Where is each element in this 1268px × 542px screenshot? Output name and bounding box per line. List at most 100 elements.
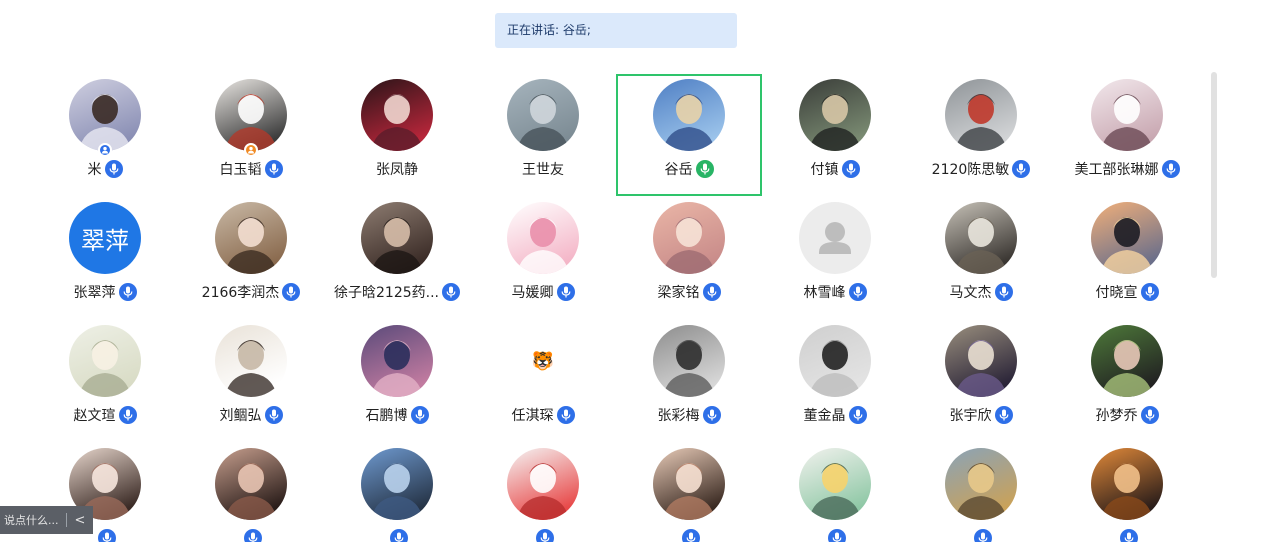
participant-tile[interactable]: 张宇欣 bbox=[908, 320, 1054, 442]
participant-tile[interactable]: 马文杰 bbox=[908, 197, 1054, 319]
participant-name: 赵文瑄 bbox=[73, 408, 116, 424]
microphone-icon[interactable] bbox=[1119, 529, 1138, 542]
participant-tile[interactable]: 白玉韬 bbox=[178, 74, 324, 196]
participant-grid: 米 白玉韬 张凤静 王世友 谷岳 付镇 2120陈思敏 美工部张琳娜 翠萍 张翠… bbox=[32, 74, 1198, 542]
participant-tile[interactable]: 🐯 任淇琛 bbox=[470, 320, 616, 442]
microphone-icon[interactable] bbox=[848, 283, 867, 301]
avatar bbox=[945, 79, 1017, 151]
microphone-icon[interactable] bbox=[1161, 160, 1180, 178]
participant-name: 刘鲴弘 bbox=[219, 408, 262, 424]
microphone-icon[interactable] bbox=[556, 406, 575, 424]
participant-tile[interactable] bbox=[470, 443, 616, 542]
microphone-icon[interactable] bbox=[827, 529, 846, 542]
participant-tile[interactable]: 美工部张琳娜 bbox=[1054, 74, 1198, 196]
microphone-icon[interactable] bbox=[556, 283, 575, 301]
avatar bbox=[1091, 448, 1163, 520]
participant-tile[interactable] bbox=[1054, 443, 1198, 542]
avatar bbox=[945, 325, 1017, 397]
participant-tile[interactable]: 梁家铭 bbox=[616, 197, 762, 319]
participant-tile[interactable]: 王世友 bbox=[470, 74, 616, 196]
participant-tile[interactable]: 付晓宣 bbox=[1054, 197, 1198, 319]
avatar bbox=[799, 325, 871, 397]
microphone-icon[interactable] bbox=[282, 283, 301, 301]
microphone-icon[interactable] bbox=[410, 406, 429, 424]
participant-tile[interactable]: 孙梦乔 bbox=[1054, 320, 1198, 442]
microphone-icon[interactable] bbox=[702, 283, 721, 301]
avatar bbox=[799, 79, 871, 151]
participant-tile[interactable] bbox=[324, 443, 470, 542]
participant-name: 孙梦乔 bbox=[1095, 408, 1138, 424]
microphone-icon[interactable] bbox=[973, 529, 992, 542]
participant-tile[interactable]: 董金晶 bbox=[762, 320, 908, 442]
avatar bbox=[653, 325, 725, 397]
avatar: 🐯 bbox=[507, 325, 579, 397]
participant-tile[interactable]: 2166李润杰 bbox=[178, 197, 324, 319]
avatar bbox=[1091, 202, 1163, 274]
microphone-icon[interactable] bbox=[1140, 406, 1159, 424]
microphone-icon[interactable] bbox=[695, 160, 714, 178]
microphone-icon[interactable] bbox=[118, 406, 137, 424]
participant-tile[interactable]: 石鹏博 bbox=[324, 320, 470, 442]
participant-tile[interactable]: 徐子晗2125药... bbox=[324, 197, 470, 319]
scrollbar-thumb[interactable] bbox=[1211, 72, 1217, 278]
microphone-icon[interactable] bbox=[1012, 160, 1031, 178]
microphone-icon[interactable] bbox=[994, 406, 1013, 424]
speaking-text: 正在讲话: 谷岳; bbox=[507, 23, 591, 37]
avatar bbox=[507, 79, 579, 151]
participant-tile[interactable]: 2120陈思敏 bbox=[908, 74, 1054, 196]
participant-name-row: 张翠萍 bbox=[74, 282, 137, 302]
participant-tile[interactable]: 付镇 bbox=[762, 74, 908, 196]
participant-tile[interactable] bbox=[178, 443, 324, 542]
participant-name: 董金晶 bbox=[803, 408, 846, 424]
participant-name: 谷岳 bbox=[664, 162, 693, 178]
microphone-icon[interactable] bbox=[1140, 283, 1159, 301]
avatar bbox=[361, 325, 433, 397]
participant-tile[interactable]: 刘鲴弘 bbox=[178, 320, 324, 442]
participant-name: 付晓宣 bbox=[1095, 285, 1138, 301]
participant-tile[interactable] bbox=[908, 443, 1054, 542]
avatar bbox=[1091, 325, 1163, 397]
participant-tile[interactable]: 林雪峰 bbox=[762, 197, 908, 319]
participant-tile[interactable] bbox=[616, 443, 762, 542]
microphone-icon[interactable] bbox=[118, 283, 137, 301]
microphone-icon[interactable] bbox=[243, 529, 262, 542]
participant-name: 任淇琛 bbox=[511, 408, 554, 424]
microphone-icon[interactable] bbox=[994, 283, 1013, 301]
participant-name: 张翠萍 bbox=[73, 285, 116, 301]
avatar bbox=[945, 448, 1017, 520]
participant-tile[interactable]: 张凤静 bbox=[324, 74, 470, 196]
microphone-icon[interactable] bbox=[389, 529, 408, 542]
microphone-icon[interactable] bbox=[535, 529, 554, 542]
microphone-icon[interactable] bbox=[848, 406, 867, 424]
participant-name-row: 张彩梅 bbox=[658, 405, 721, 425]
microphone-icon[interactable] bbox=[681, 529, 700, 542]
microphone-icon[interactable] bbox=[702, 406, 721, 424]
collapse-chevron-icon[interactable]: < bbox=[67, 513, 93, 528]
participant-tile[interactable]: 米 bbox=[32, 74, 178, 196]
microphone-icon[interactable] bbox=[264, 160, 283, 178]
host-badge-icon bbox=[244, 143, 258, 157]
participant-name-row: 徐子晗2125药... bbox=[334, 282, 460, 302]
participant-tile[interactable] bbox=[762, 443, 908, 542]
participant-tile[interactable]: 马媛卿 bbox=[470, 197, 616, 319]
participant-tile[interactable]: 翠萍 张翠萍 bbox=[32, 197, 178, 319]
microphone-icon[interactable] bbox=[97, 529, 116, 542]
participant-name: 张凤静 bbox=[376, 162, 418, 178]
participant-name: 马文杰 bbox=[949, 285, 992, 301]
participant-tile[interactable]: 谷岳 bbox=[616, 74, 762, 196]
chat-input-bar[interactable]: 说点什么... < bbox=[0, 506, 93, 534]
chat-input-placeholder[interactable]: 说点什么... bbox=[0, 512, 66, 528]
participant-tile[interactable]: 张彩梅 bbox=[616, 320, 762, 442]
participant-name-row bbox=[1117, 528, 1138, 542]
participant-name-row: 米 bbox=[88, 159, 123, 179]
participant-name-row: 谷岳 bbox=[665, 159, 714, 179]
microphone-icon[interactable] bbox=[441, 283, 460, 301]
participant-tile[interactable]: 赵文瑄 bbox=[32, 320, 178, 442]
host-badge-icon bbox=[98, 143, 112, 157]
microphone-icon[interactable] bbox=[841, 160, 860, 178]
tiger-emoji-icon: 🐯 bbox=[531, 350, 555, 372]
participant-name-row: 2120陈思敏 bbox=[932, 159, 1031, 179]
participant-name: 2166李润杰 bbox=[201, 285, 280, 301]
microphone-icon[interactable] bbox=[104, 160, 123, 178]
microphone-icon[interactable] bbox=[264, 406, 283, 424]
